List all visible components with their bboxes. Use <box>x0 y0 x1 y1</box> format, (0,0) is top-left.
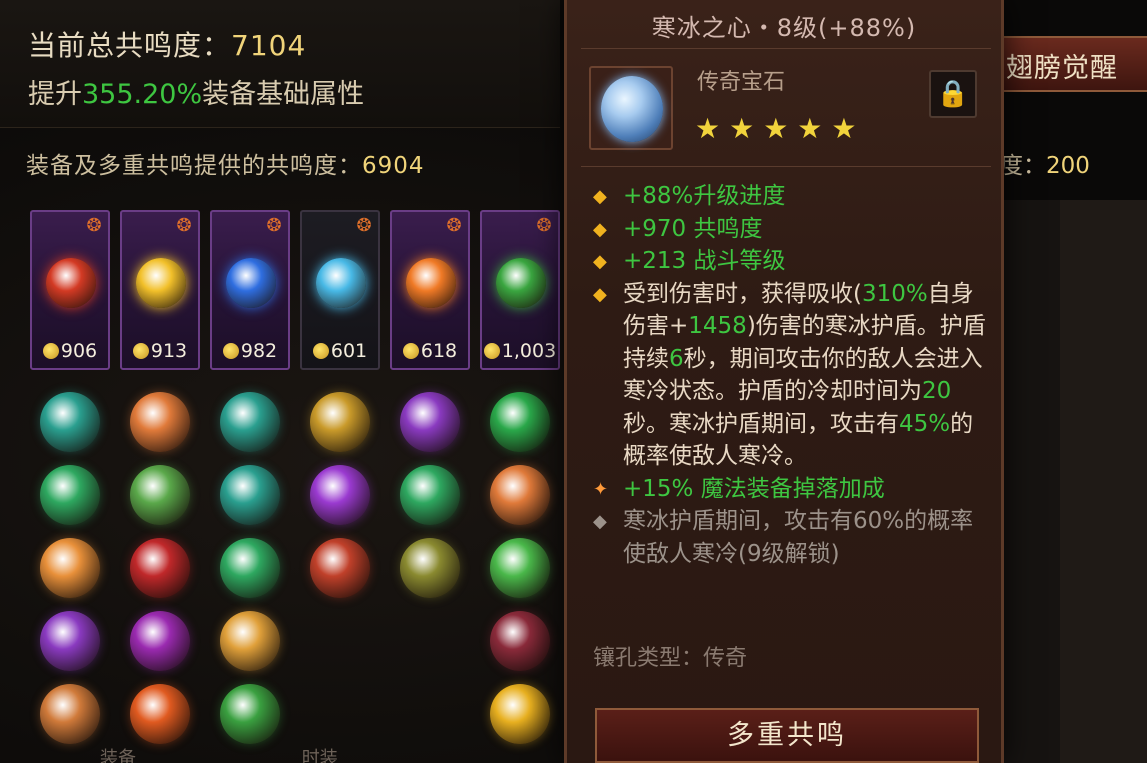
resonance-cost: 982 <box>212 340 288 362</box>
effect-combat-level: ◆ +213 战斗等级 <box>593 248 786 274</box>
equipment-slot[interactable]: ❂ 982 <box>210 210 290 370</box>
rune-icon: ❂ <box>536 215 552 236</box>
diamond-bullet-icon: ◆ <box>593 251 607 272</box>
gem-slot-icon[interactable] <box>40 538 100 598</box>
gem-slot-icon[interactable] <box>220 465 280 525</box>
equipment-slot[interactable]: ❂ 906 <box>30 210 110 370</box>
socket-type: 镶孔类型：传奇 <box>593 646 748 671</box>
red-gem-icon <box>46 258 96 308</box>
total-resonance: 当前总共鸣度：7104 <box>28 29 307 62</box>
resonance-header: 当前总共鸣度：7104 提升355.20%装备基础属性 <box>0 0 560 128</box>
resonance-cost: 618 <box>392 340 468 362</box>
rune-icon: ❂ <box>356 215 372 236</box>
equipment-slot[interactable]: ❂ 618 <box>390 210 470 370</box>
cost-value: 601 <box>330 340 368 362</box>
divider <box>581 48 991 49</box>
effect-upgrade-progress: ◆ +88%升级进度 <box>593 183 786 209</box>
gem-slot-icon[interactable] <box>220 684 280 744</box>
coin-icon <box>483 343 500 359</box>
rune-icon: ❂ <box>266 215 282 236</box>
resonance-cost: 913 <box>122 340 198 362</box>
tab-fashion[interactable]: 时装 <box>302 748 338 763</box>
cost-value: 618 <box>420 340 458 362</box>
coin-icon <box>312 343 329 359</box>
gem-grid <box>40 392 560 763</box>
effect-resonance: ◆ +970 共鸣度 <box>593 215 763 242</box>
effect-locked: ◆ 寒冰护盾期间，攻击有60%的概率使敌人寒冷(9级解锁) <box>593 508 974 567</box>
coin-icon <box>132 343 149 359</box>
gem-slot-icon[interactable] <box>130 611 190 671</box>
resonance-cost: 601 <box>302 340 378 362</box>
equipment-row: ❂ 906 ❂ 913 ❂ 982 ❂ 601 ❂ 618 ❂ 1,003 <box>30 210 560 370</box>
fire-gem-icon <box>406 258 456 308</box>
gem-title: 寒冰之心・8级(+88%) <box>651 14 917 42</box>
gem-slot-icon[interactable] <box>40 392 100 452</box>
gem-slot-icon[interactable] <box>130 465 190 525</box>
gem-effects: ◆ +88%升级进度 ◆ +970 共鸣度 ◆ +213 战斗等级 ◆ 受到伤害时，获得… <box>593 180 988 570</box>
rune-icon: ❂ <box>86 215 102 236</box>
gem-rarity: 传奇宝石 <box>697 70 786 95</box>
equipment-resonance: 装备及多重共鸣提供的共鸣度：6904 <box>26 153 425 179</box>
lock-icon[interactable]: 🔒 <box>929 70 977 118</box>
diamond-bullet-icon: ◆ <box>593 218 607 240</box>
cost-value: 913 <box>150 340 188 362</box>
gem-slot-icon[interactable] <box>130 538 190 598</box>
frost-heart-gem-icon <box>601 76 663 142</box>
effect-magic-drop: ✦ +15% 魔法装备掉落加成 <box>593 475 885 502</box>
equipment-slot[interactable]: ❂ 601 <box>300 210 380 370</box>
gem-slot-icon[interactable] <box>490 684 550 744</box>
gem-slot-icon[interactable] <box>220 611 280 671</box>
gem-slot-icon[interactable] <box>220 392 280 452</box>
gem-slot-icon[interactable] <box>490 538 550 598</box>
gem-slot-icon[interactable] <box>130 392 190 452</box>
wing-awaken-button[interactable]: 翅膀觉醒 <box>1000 36 1147 92</box>
green-gem-icon <box>496 258 546 308</box>
blue-gem-icon <box>226 258 276 308</box>
gem-slot-icon[interactable] <box>40 465 100 525</box>
multi-resonance-button[interactable]: 多重共鸣 <box>595 708 979 763</box>
rune-icon: ❂ <box>446 215 462 236</box>
coin-icon <box>222 343 239 359</box>
cost-value: 1,003 <box>501 340 557 362</box>
diamond-bullet-icon: ◆ <box>593 511 607 532</box>
effect-ice-shield: ◆ 受到伤害时，获得吸收(310%自身伤害+1458)伤害的寒冰护盾。护盾持续6秒… <box>593 280 986 470</box>
tab-equipment[interactable]: 装备 <box>100 748 136 763</box>
gem-slot-icon[interactable] <box>400 465 460 525</box>
resonance-cost: 1,003 <box>482 340 558 362</box>
gem-slot-icon[interactable] <box>40 611 100 671</box>
right-resonance: 度：200 <box>1000 153 1090 179</box>
gem-slot-icon[interactable] <box>490 465 550 525</box>
gem-slot-icon[interactable] <box>310 538 370 598</box>
coin-icon <box>42 343 59 359</box>
right-panel <box>1000 200 1147 763</box>
rune-icon: ❂ <box>176 215 192 236</box>
cost-value: 906 <box>60 340 98 362</box>
gem-slot-icon[interactable] <box>310 465 370 525</box>
coin-icon <box>402 343 419 359</box>
equipment-slot[interactable]: ❂ 1,003 <box>480 210 560 370</box>
divider <box>581 166 991 167</box>
diamond-bullet-icon: ◆ <box>593 283 607 305</box>
diamond-bullet-icon: ◆ <box>593 186 607 207</box>
gem-slot-icon[interactable] <box>40 684 100 744</box>
ice-gem-icon <box>316 258 366 308</box>
star-rating-icon: ★★★★★ <box>695 112 866 145</box>
gem-slot-icon[interactable] <box>220 538 280 598</box>
gem-slot-icon[interactable] <box>400 538 460 598</box>
equipment-slot[interactable]: ❂ 913 <box>120 210 200 370</box>
gem-tooltip: 寒冰之心・8级(+88%) 传奇宝石 ★★★★★ 🔒 ◆ +88%升级进度 ◆ +9… <box>564 0 1004 763</box>
gold-gem-icon <box>136 258 186 308</box>
gem-slot-icon[interactable] <box>130 684 190 744</box>
right-panel-stripe <box>1060 200 1147 763</box>
bottom-tabs: 装备 时装 <box>100 744 338 763</box>
sparkle-bullet-icon: ✦ <box>593 478 609 500</box>
gem-icon-frame <box>589 66 673 150</box>
cost-value: 982 <box>240 340 278 362</box>
gem-slot-icon[interactable] <box>400 392 460 452</box>
resonance-cost: 906 <box>32 340 108 362</box>
gem-slot-icon[interactable] <box>310 392 370 452</box>
gem-slot-icon[interactable] <box>490 392 550 452</box>
gem-slot-icon[interactable] <box>490 611 550 671</box>
attribute-boost: 提升355.20%装备基础属性 <box>28 79 365 110</box>
